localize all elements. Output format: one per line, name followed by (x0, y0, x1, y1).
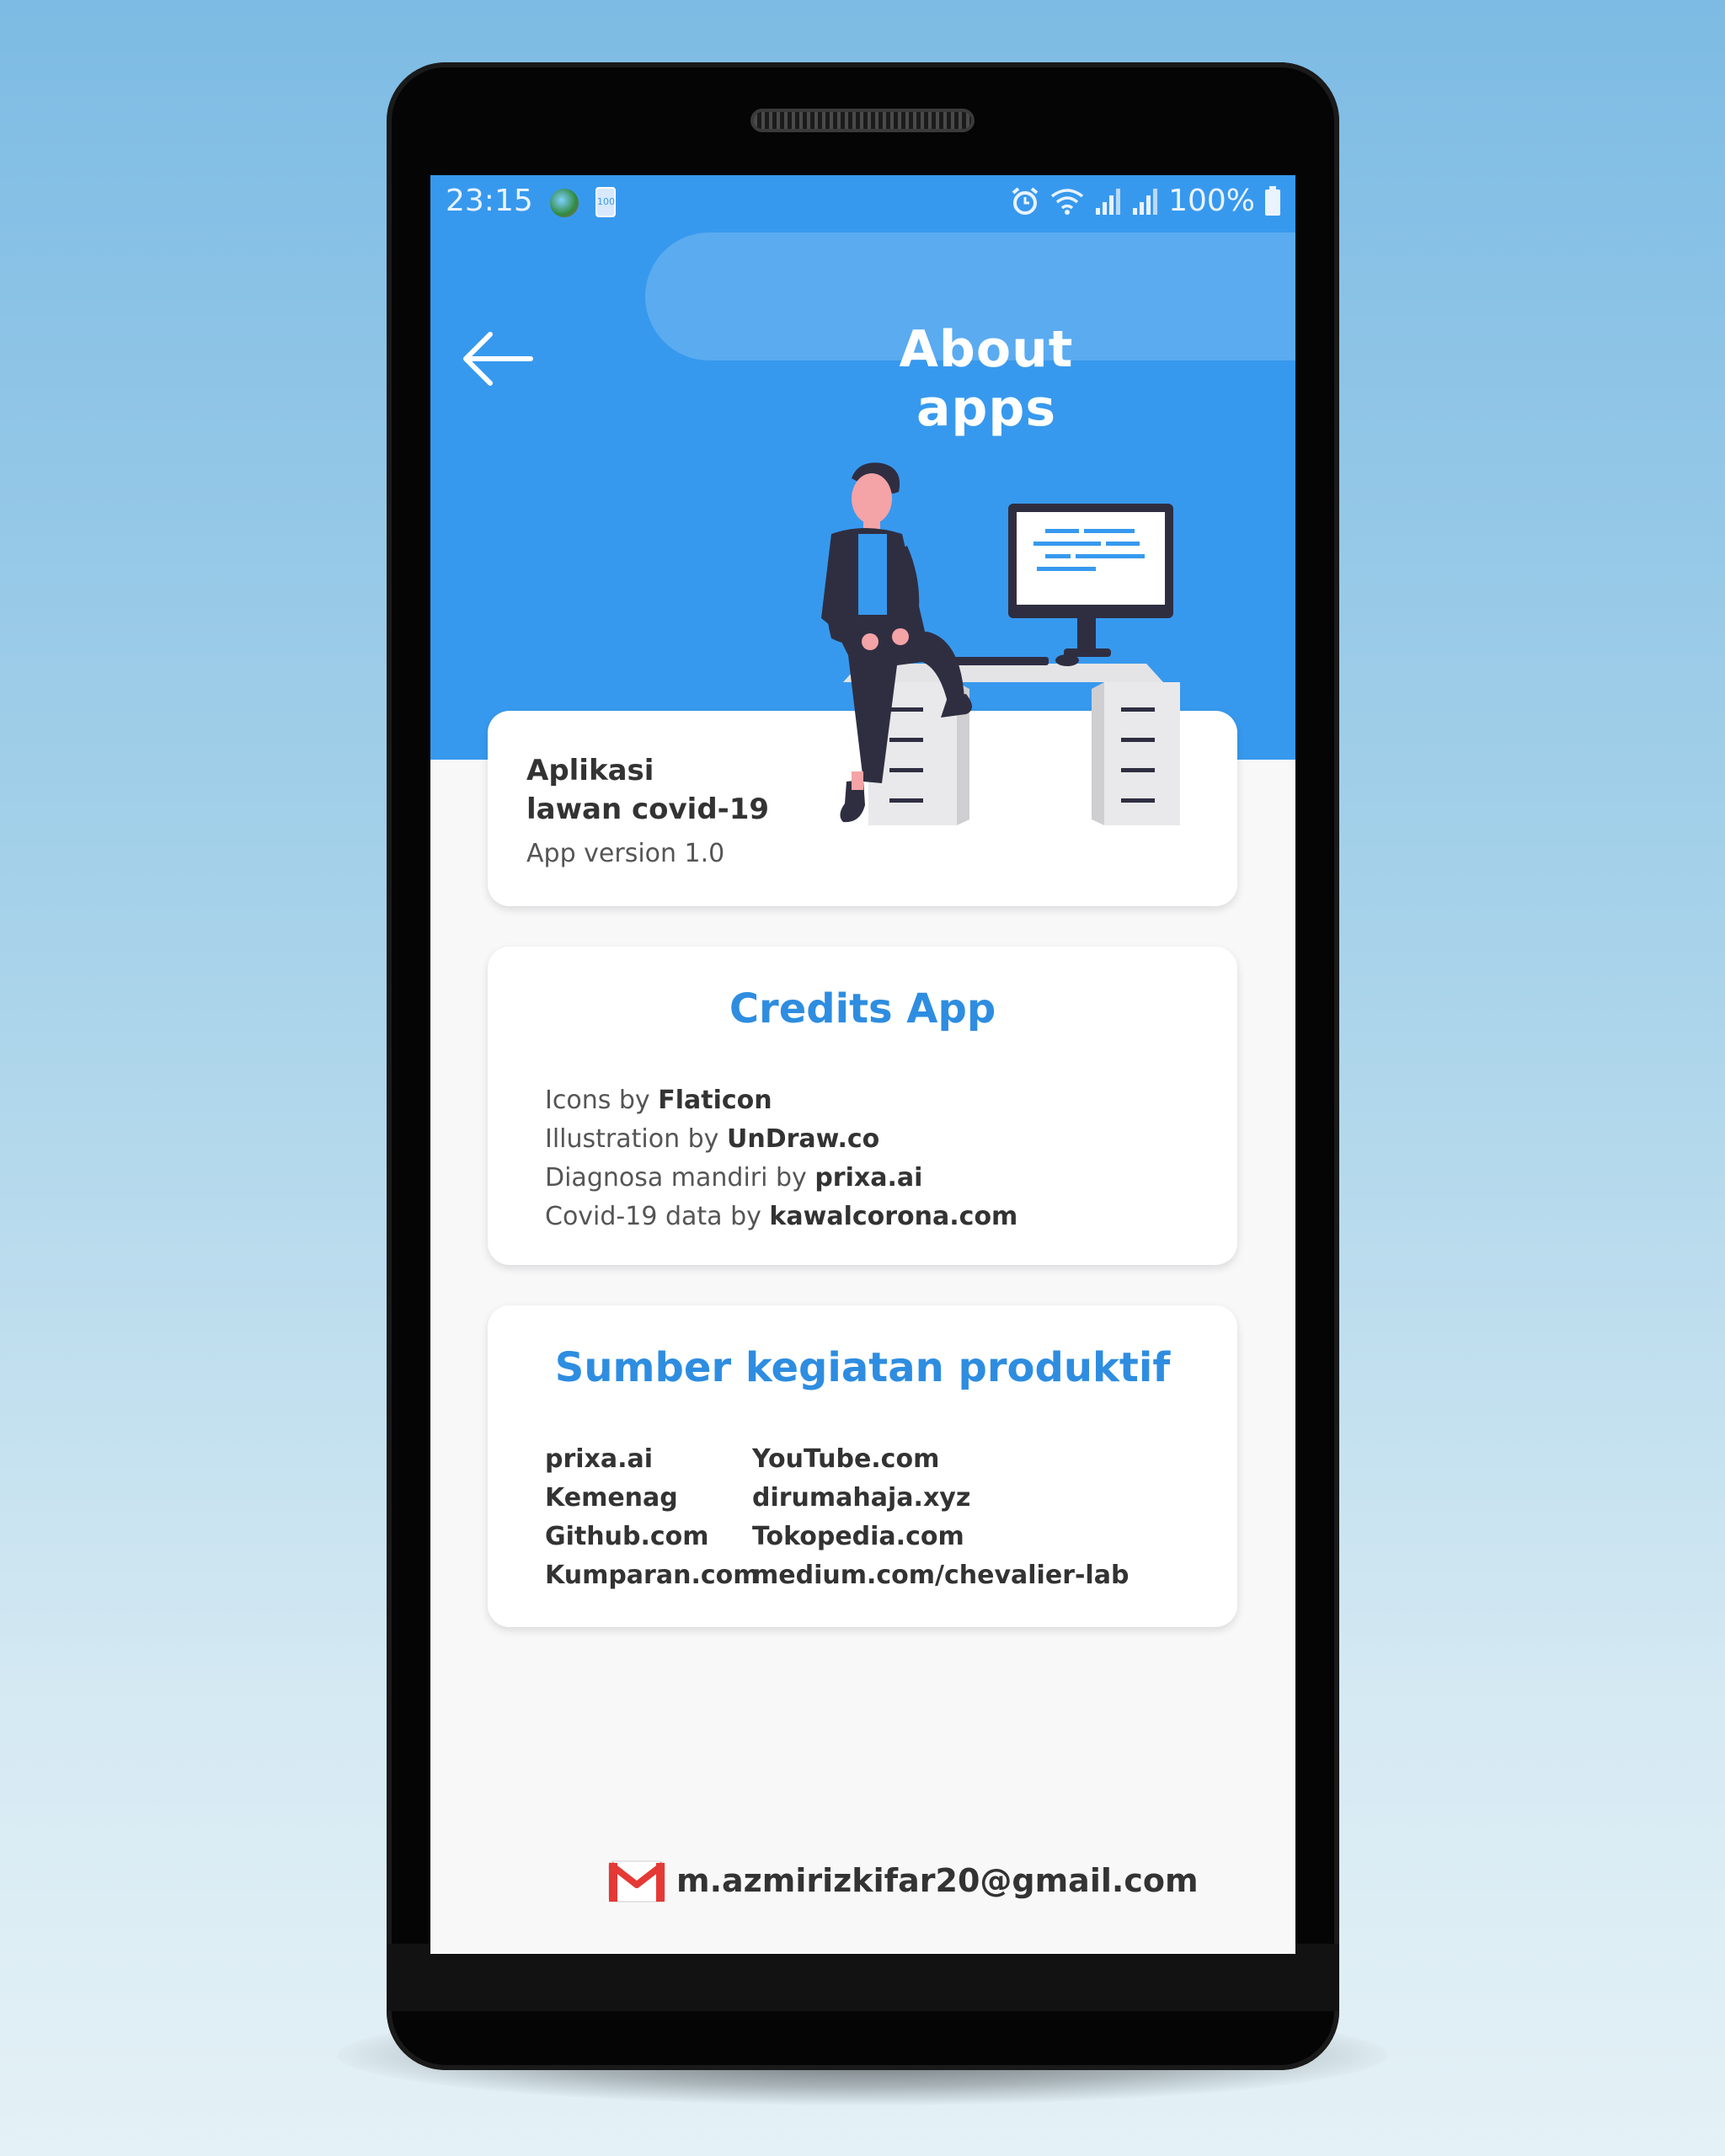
app-name: Aplikasi lawan covid-19 (526, 751, 769, 829)
credit-line: Icons by Flaticon (545, 1086, 772, 1115)
phone-bottom-bezel (387, 1944, 1339, 2011)
contact-email[interactable]: m.azmirizkifar20@gmail.com (607, 1858, 1199, 1903)
sumber-item: medium.com/chevalier-lab (752, 1561, 1130, 1590)
battery-percentage: 100% (1168, 184, 1255, 218)
app-name-line-1: Aplikasi (526, 754, 654, 787)
signal-icon-2 (1131, 186, 1160, 216)
wifi-icon (1049, 186, 1086, 216)
credit-source: Flaticon (658, 1086, 772, 1115)
person-at-desk-illustration (821, 462, 1180, 825)
sumber-item: Kemenag (545, 1483, 678, 1513)
alarm-icon (1010, 186, 1040, 216)
mouse (1055, 654, 1079, 666)
sumber-item: Github.com (545, 1522, 709, 1551)
notification-badge-icon: 100 (595, 187, 616, 217)
person-head (852, 473, 892, 524)
keyboard (944, 657, 1049, 665)
credit-line: Covid-19 data by kawalcorona.com (545, 1202, 1018, 1231)
email-text[interactable]: m.azmirizkifar20@gmail.com (676, 1862, 1199, 1899)
sumber-item: prixa.ai (545, 1444, 654, 1474)
credit-source: prixa.ai (814, 1163, 923, 1193)
sumber-list: prixa.ai YouTube.com Kemenag dirumahaja.… (545, 1440, 1129, 1595)
status-time: 23:15 (446, 184, 533, 218)
phone-frame: 23:15 100 100% About apps Aplikasi lawan… (387, 62, 1339, 2070)
credit-source: UnDraw.co (726, 1124, 880, 1154)
status-right-group: 100% (1010, 184, 1282, 218)
app-name-line-2: lawan covid-19 (526, 792, 770, 826)
signal-icon-1 (1094, 186, 1123, 216)
credits-list: Icons by Flaticon Illustration by UnDraw… (545, 1081, 1017, 1236)
globe-warning-icon (550, 189, 579, 217)
sumber-item: Kumparan.com (545, 1561, 760, 1590)
sumber-item: dirumahaja.xyz (752, 1483, 971, 1513)
app-version: App version 1.0 (526, 839, 725, 868)
sumber-item: YouTube.com (752, 1444, 940, 1474)
app-screen: 23:15 100 100% About apps Aplikasi lawan… (430, 175, 1295, 1954)
page-title: About apps (899, 320, 1074, 438)
person-shirt (858, 534, 887, 615)
sumber-card: Sumber kegiatan produktif prixa.ai YouTu… (488, 1305, 1237, 1627)
desk-drawer-right (1104, 682, 1180, 825)
credit-source: kawalcorona.com (769, 1202, 1018, 1231)
credit-line: Illustration by UnDraw.co (545, 1124, 880, 1154)
sumber-heading: Sumber kegiatan produktif (554, 1344, 1171, 1391)
arrow-left-icon (463, 332, 533, 386)
battery-icon (1263, 185, 1282, 217)
credit-line: Diagnosa mandiri by prixa.ai (545, 1163, 923, 1193)
gmail-icon (608, 1860, 665, 1903)
credits-heading: Credits App (729, 985, 996, 1033)
back-button[interactable] (456, 325, 540, 392)
sumber-item: Tokopedia.com (752, 1522, 964, 1551)
credits-card: Credits App Icons by Flaticon Illustrati… (488, 947, 1237, 1265)
status-bar: 23:15 100 100% (430, 175, 1295, 232)
phone-speaker (750, 109, 975, 132)
